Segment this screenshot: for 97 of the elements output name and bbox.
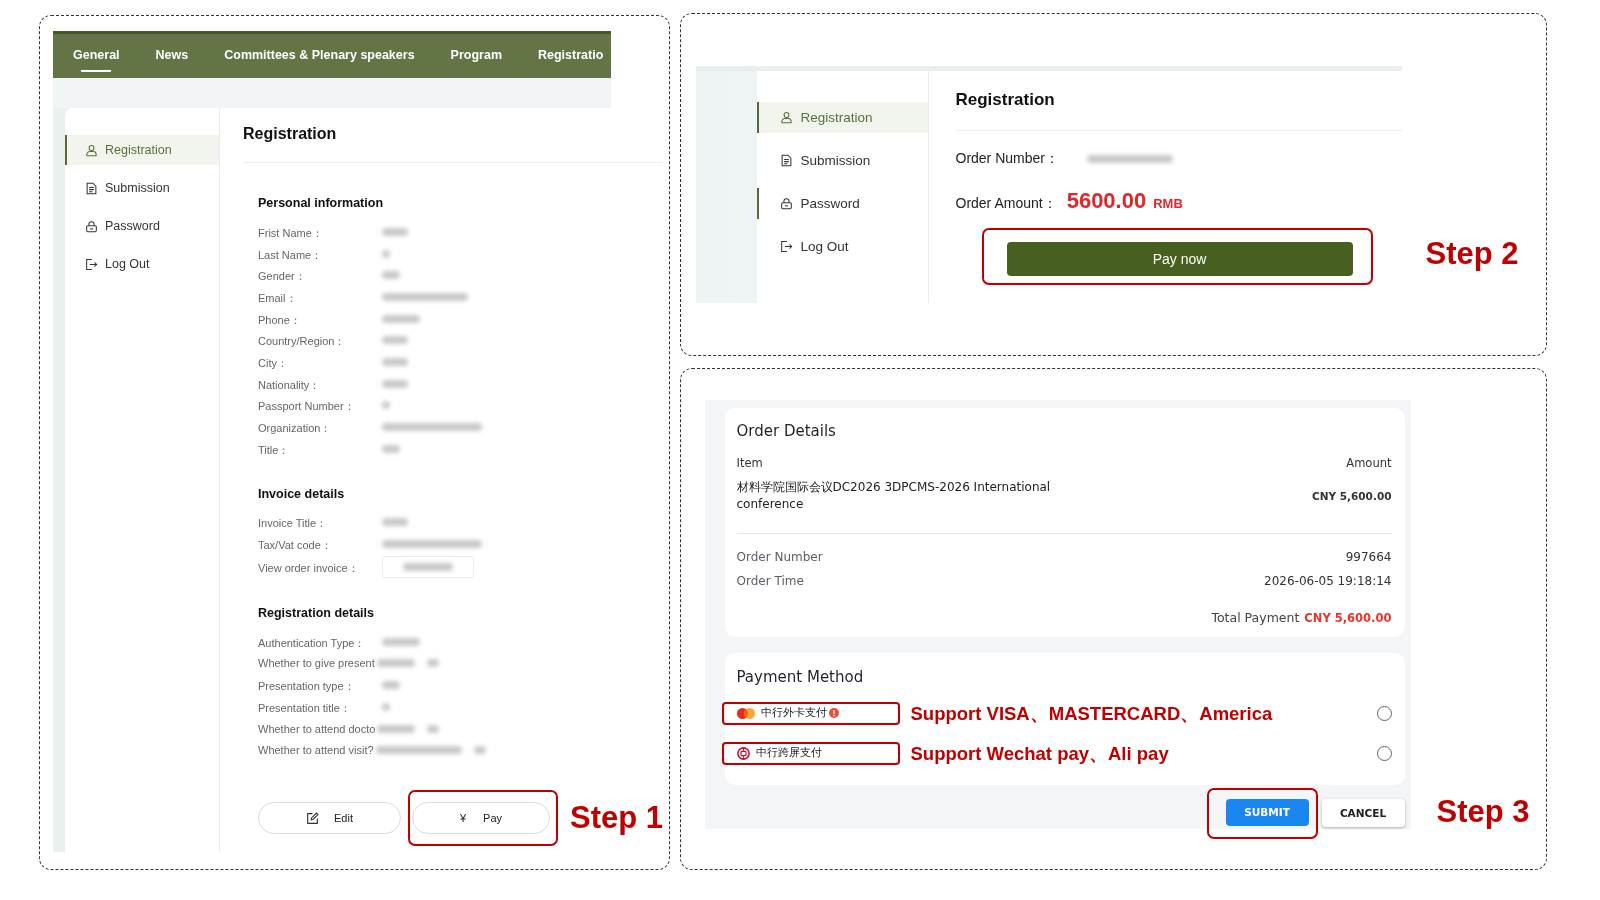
section-heading: Registration details [258, 604, 375, 622]
submit-button[interactable]: SUBMIT [1225, 798, 1309, 826]
field-label: City： [258, 356, 288, 369]
blurred-value [382, 336, 408, 345]
logout-icon [779, 240, 793, 253]
field-label: Last Name： [258, 248, 323, 261]
circle-logo-icon [736, 746, 750, 760]
pay-now-button[interactable]: Pay now [1006, 242, 1353, 276]
edit-icon [306, 811, 319, 825]
lock-icon [779, 197, 793, 210]
order-amount-label: Order Amount： [955, 195, 1057, 213]
blurred-value [382, 249, 390, 258]
total-value: CNY 5,600.00 [1304, 610, 1392, 625]
page-title: Registration [243, 124, 338, 144]
column-header: Item [736, 454, 763, 471]
blurred-value [376, 659, 415, 668]
field-label: Gender： [258, 270, 306, 283]
blurred-value [377, 724, 416, 733]
payment-note: Support Wechat pay、Ali pay [910, 741, 1169, 766]
sidebar-item[interactable]: Password [756, 188, 928, 219]
card-logo-icon [736, 707, 755, 719]
radio-button[interactable] [1376, 705, 1392, 721]
payment-note: Support VISA、MASTERCARD、America [910, 701, 1273, 726]
field-label: Presentation type： [258, 680, 355, 693]
field-label: Tax/Vat code： [258, 539, 332, 552]
field-label: Invoice Title： [258, 517, 328, 530]
sidebar-item[interactable]: Submission [756, 145, 928, 176]
blurred-value [382, 314, 420, 323]
section-heading: Personal information [258, 195, 385, 212]
payment-option-label[interactable]: 中行跨屏支付 [755, 746, 822, 760]
total-label: Total Payment [1211, 610, 1300, 625]
step-label: Step 1 [570, 800, 664, 837]
blurred-value [382, 518, 408, 527]
payment-option-label[interactable]: 中行外卡支付 [760, 706, 827, 720]
field-label: Country/Region： [258, 335, 346, 348]
info-label: Order Time [736, 573, 804, 588]
sidebar-item[interactable]: Submission [65, 173, 219, 203]
field-label: Title： [258, 443, 290, 456]
user-icon [779, 111, 793, 124]
amount-value: 5600.00 [1066, 188, 1147, 214]
card-title: Order Details [736, 421, 837, 440]
nav-tab[interactable]: News [155, 34, 189, 78]
pay-button[interactable]: ¥ Pay [412, 802, 550, 835]
item-amount: CNY 5,600.00 [1311, 490, 1392, 502]
field-label: Email： [258, 291, 297, 304]
blurred-value [382, 379, 408, 388]
nav-tab[interactable]: Registratio [538, 34, 604, 78]
info-label: Order Number [736, 549, 823, 564]
sidebar-item[interactable]: Registration [756, 102, 928, 133]
step-label: Step 3 [1436, 794, 1530, 830]
blurred-value [473, 746, 486, 755]
blurred-value [382, 357, 408, 366]
sidebar-item[interactable]: Log Out [756, 231, 928, 262]
user-icon [85, 143, 98, 157]
nav-tab[interactable]: Committees & Plenary speakers [224, 34, 415, 78]
field-label: Whether to attend visit? [258, 744, 374, 757]
blurred-value [382, 401, 390, 410]
blurred-value [382, 444, 400, 453]
logout-icon [85, 257, 98, 271]
currency-label: RMB [1153, 196, 1183, 211]
blurred-value [382, 227, 408, 236]
nav-tab[interactable]: General [73, 34, 120, 78]
cancel-button[interactable]: CANCEL [1321, 799, 1405, 827]
field-label: Nationality： [258, 378, 321, 391]
field-label: Authentication Type： [258, 636, 366, 649]
blurred-value [382, 271, 400, 280]
sidebar-item[interactable]: Registration [65, 135, 219, 165]
edit-button[interactable]: Edit [258, 802, 401, 835]
field-label: Whether to give present [258, 657, 375, 670]
blurred-value [382, 681, 400, 690]
step-label: Step 2 [1425, 236, 1519, 272]
field-label: View order invoice： [258, 561, 359, 574]
order-number-label: Order Number： [955, 150, 1059, 168]
blurred-value [382, 702, 390, 711]
sidebar-item[interactable]: Log Out [65, 249, 219, 279]
nav-tab[interactable]: Program [450, 34, 502, 78]
document-icon [85, 181, 98, 195]
page-title: Registration [955, 90, 1056, 110]
field-label: Whether to attend docto [258, 722, 376, 735]
lock-icon [85, 219, 98, 233]
info-value: 997664 [1345, 549, 1392, 564]
field-label: Organization： [258, 422, 332, 435]
field-label: Frist Name： [258, 226, 323, 239]
column-header: Amount [1346, 454, 1392, 471]
info-value: 2026-06-05 19:18:14 [1264, 573, 1392, 588]
document-icon [779, 154, 793, 167]
sidebar-item[interactable]: Password [65, 211, 219, 241]
card-title: Payment Method [736, 667, 865, 686]
section-heading: Invoice details [258, 485, 346, 503]
field-label: Phone： [258, 313, 301, 326]
blurred-value [426, 659, 439, 668]
radio-button[interactable] [1376, 745, 1392, 761]
field-label: Presentation title： [258, 701, 351, 714]
blurred-value [382, 637, 420, 646]
item-name: 材料学院国际会议DC2026 3DPCMS-2026 International conference [736, 478, 1052, 513]
blurred-value [427, 724, 440, 733]
field-label: Passport Number： [258, 400, 355, 413]
